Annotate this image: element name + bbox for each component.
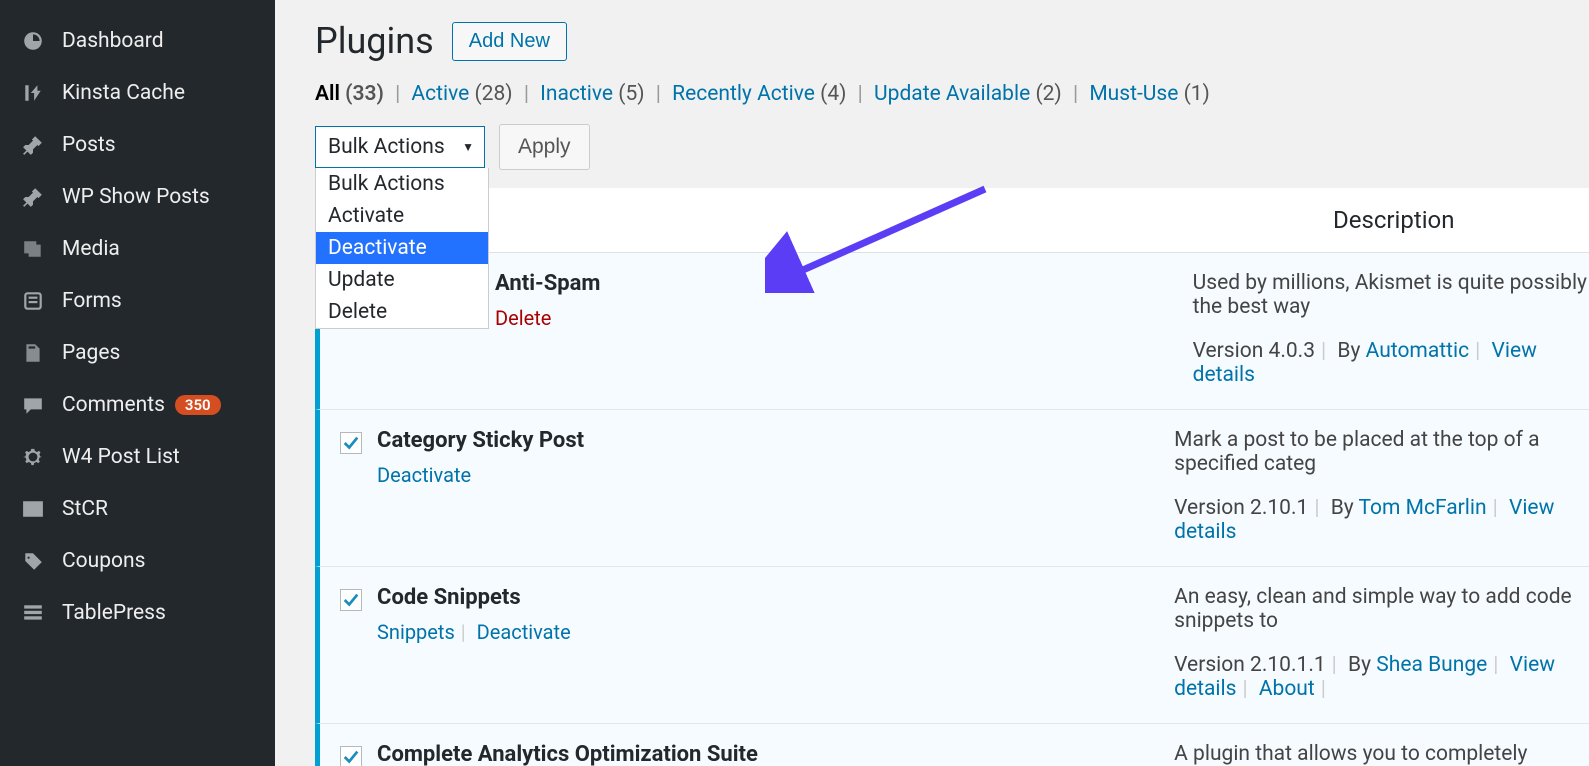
filter-active[interactable]: Active (28)	[411, 82, 512, 106]
sidebar-item-w4-post-list[interactable]: W4 Post List	[0, 431, 275, 483]
bulk-option-delete[interactable]: Delete	[316, 296, 488, 328]
table-icon	[18, 601, 48, 625]
main-content: Plugins Add New All (33) | Active (28) |…	[275, 0, 1589, 766]
apply-button[interactable]: Apply	[499, 124, 590, 170]
sidebar-item-label: Forms	[62, 289, 122, 313]
sidebar-item-label: Dashboard	[62, 29, 164, 53]
media-icon	[18, 237, 48, 261]
sidebar-item-label: Pages	[62, 341, 120, 365]
plugin-name: Category Sticky Post	[377, 428, 814, 453]
sidebar-item-forms[interactable]: Forms	[0, 275, 275, 327]
plugin-checkbox[interactable]	[340, 432, 362, 454]
bulk-option-activate[interactable]: Activate	[316, 200, 488, 232]
comments-icon	[18, 393, 48, 417]
sidebar-item-label: Media	[62, 237, 120, 261]
sidebar-item-wp-show-posts[interactable]: WP Show Posts	[0, 171, 275, 223]
sidebar-item-label: Kinsta Cache	[62, 81, 185, 105]
table-header: Description	[315, 188, 1589, 253]
plugin-action-deactivate[interactable]: Deactivate	[477, 620, 571, 644]
sidebar-item-label: Comments	[62, 393, 165, 417]
filter-inactive[interactable]: Inactive (5)	[540, 82, 644, 106]
bulk-actions-select[interactable]: Bulk Actions	[315, 126, 485, 168]
sidebar-item-kinsta-cache[interactable]: Kinsta Cache	[0, 67, 275, 119]
plugin-row: Category Sticky Post Deactivate Mark a p…	[315, 410, 1589, 567]
sidebar-item-dashboard[interactable]: Dashboard	[0, 15, 275, 67]
filter-links: All (33) | Active (28) | Inactive (5) | …	[315, 82, 1589, 106]
plugin-row: Anti-Spam Delete Used by millions, Akism…	[315, 253, 1589, 410]
sidebar-item-tablepress[interactable]: TablePress	[0, 587, 275, 639]
sidebar-item-label: Coupons	[62, 549, 145, 573]
plugin-about-link[interactable]: About	[1259, 677, 1315, 701]
page-title: Plugins	[315, 20, 434, 62]
filter-recently-active[interactable]: Recently Active (4)	[672, 82, 846, 106]
add-new-button[interactable]: Add New	[452, 22, 567, 61]
sidebar-item-label: W4 Post List	[62, 445, 180, 469]
bulk-option-bulk-actions[interactable]: Bulk Actions	[316, 168, 488, 200]
sidebar-item-coupons[interactable]: Coupons	[0, 535, 275, 587]
bulk-option-deactivate[interactable]: Deactivate	[316, 232, 488, 264]
gear-icon	[18, 445, 48, 469]
bulk-actions-dropdown: Bulk Actions Activate Deactivate Update …	[315, 168, 489, 329]
plugin-name: Code Snippets	[377, 585, 814, 610]
sidebar-item-label: StCR	[62, 497, 108, 521]
sidebar-item-pages[interactable]: Pages	[0, 327, 275, 379]
admin-sidebar: Dashboard Kinsta Cache Posts WP Show Pos…	[0, 0, 275, 766]
plugin-action-deactivate[interactable]: Deactivate	[377, 463, 471, 487]
plugin-action-delete[interactable]: Delete	[495, 306, 551, 330]
bulk-option-update[interactable]: Update	[316, 264, 488, 296]
sidebar-item-label: WP Show Posts	[62, 185, 210, 209]
plugin-author-link[interactable]: Shea Bunge	[1376, 653, 1487, 677]
plugin-checkbox[interactable]	[340, 746, 362, 766]
column-description: Description	[1333, 206, 1455, 234]
plugin-name: Complete Analytics Optimization Suite (C…	[377, 742, 814, 766]
filter-must-use[interactable]: Must-Use (1)	[1089, 82, 1210, 106]
plugin-action-snippets[interactable]: Snippets	[377, 620, 455, 644]
sidebar-item-label: Posts	[62, 133, 116, 157]
sidebar-item-label: TablePress	[62, 601, 166, 625]
kinsta-icon	[18, 81, 48, 105]
mail-icon	[18, 497, 48, 521]
sidebar-item-comments[interactable]: Comments 350	[0, 379, 275, 431]
plugin-name: Anti-Spam	[495, 271, 913, 296]
sidebar-item-media[interactable]: Media	[0, 223, 275, 275]
plugin-description: A plugin that allows you to completely o…	[1174, 742, 1589, 766]
pin-icon	[18, 133, 48, 157]
filter-update-available[interactable]: Update Available (2)	[874, 82, 1062, 106]
sidebar-item-posts[interactable]: Posts	[0, 119, 275, 171]
pin-icon	[18, 185, 48, 209]
plugin-row: Complete Analytics Optimization Suite (C…	[315, 724, 1589, 766]
plugin-checkbox[interactable]	[340, 589, 362, 611]
pages-icon	[18, 341, 48, 365]
sidebar-item-stcr[interactable]: StCR	[0, 483, 275, 535]
plugin-author-link[interactable]: Tom McFarlin	[1359, 496, 1487, 520]
plugin-author-link[interactable]: Automattic	[1366, 339, 1469, 363]
plugin-description: An easy, clean and simple way to add cod…	[1174, 585, 1589, 633]
plugin-row: Code Snippets Snippets| Deactivate An ea…	[315, 567, 1589, 724]
comments-badge: 350	[175, 395, 221, 415]
tag-icon	[18, 549, 48, 573]
filter-all[interactable]: All (33)	[315, 82, 384, 106]
plugin-description: Mark a post to be placed at the top of a…	[1174, 428, 1589, 476]
forms-icon	[18, 289, 48, 313]
dashboard-icon	[18, 29, 48, 53]
plugin-description: Used by millions, Akismet is quite possi…	[1193, 271, 1589, 319]
